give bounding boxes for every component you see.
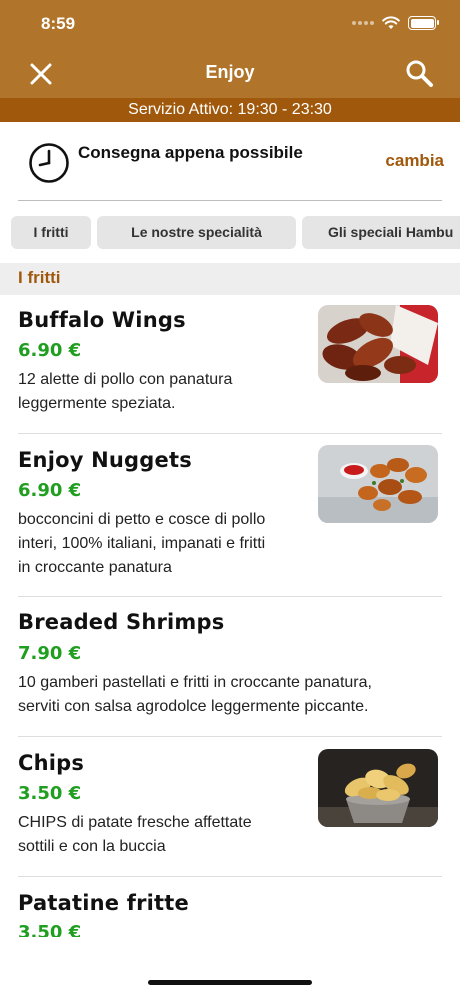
wifi-icon xyxy=(382,16,400,29)
item-price: 6.90 € xyxy=(18,480,82,501)
item-name: Breaded Shrimps xyxy=(18,610,225,634)
search-icon[interactable] xyxy=(404,58,434,88)
nuggets-photo xyxy=(318,445,438,523)
category-tabs: I fritti Le nostre specialità Gli specia… xyxy=(0,216,460,250)
delivery-time-label: Consegna appena possibile xyxy=(78,143,303,162)
status-time: 8:59 xyxy=(41,14,76,33)
app-header: 8:59 Enjoy xyxy=(0,0,460,98)
item-description: 10 gamberi pastellati e fritti in crocca… xyxy=(18,674,372,715)
home-indicator[interactable] xyxy=(148,980,312,985)
tab-i-fritti[interactable]: I fritti xyxy=(11,216,91,249)
item-price: 3.50 € xyxy=(18,783,82,804)
menu-item-chips[interactable]: Chips 3.50 € CHIPS di patate fresche aff… xyxy=(0,737,460,876)
item-price: 7.90 € xyxy=(18,643,82,664)
bottom-safe-area xyxy=(0,937,460,996)
item-name: Patatine fritte xyxy=(18,891,189,915)
page-title: Enjoy xyxy=(205,62,255,82)
signal-icon xyxy=(352,21,374,25)
clock-icon xyxy=(29,143,69,183)
chips-photo xyxy=(318,749,438,827)
item-price: 6.90 € xyxy=(18,340,82,361)
item-description: 12 alette di pollo con panatura leggermen… xyxy=(18,371,233,412)
item-name: Enjoy Nuggets xyxy=(18,448,192,472)
delivery-time-section: Consegna appena possibile cambia xyxy=(0,122,460,202)
item-description: CHIPS di patate fresche affettate sottili… xyxy=(18,814,252,855)
section-header: I fritti xyxy=(0,263,460,295)
item-name: Chips xyxy=(18,751,85,775)
change-delivery-button[interactable]: cambia xyxy=(385,151,444,171)
menu-item-enjoy-nuggets[interactable]: Enjoy Nuggets 6.90 € bocconcini di petto… xyxy=(0,434,460,596)
item-description: bocconcini di petto e cosce di pollo inte… xyxy=(18,511,266,576)
tab-gli-speciali-hamburger[interactable]: Gli speciali Hambu xyxy=(302,216,460,249)
wings-photo xyxy=(318,305,438,383)
menu-item-buffalo-wings[interactable]: Buffalo Wings 6.90 € 12 alette di pollo … xyxy=(0,295,460,433)
item-name: Buffalo Wings xyxy=(18,308,186,332)
menu-item-breaded-shrimps[interactable]: Breaded Shrimps 7.90 € 10 gamberi pastel… xyxy=(0,597,460,736)
battery-icon xyxy=(408,16,439,30)
tab-le-nostre-specialita[interactable]: Le nostre specialità xyxy=(97,216,296,249)
divider xyxy=(18,200,442,201)
section-title: I fritti xyxy=(18,268,61,287)
service-hours-bar: Servizio Attivo: 19:30 - 23:30 xyxy=(0,98,460,122)
status-icons xyxy=(352,16,439,30)
